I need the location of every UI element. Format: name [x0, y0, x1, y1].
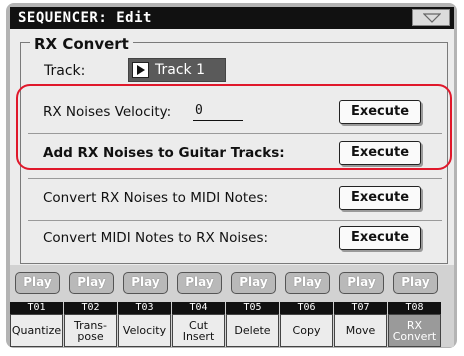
play-button-t05[interactable]: Play	[231, 272, 276, 294]
execute-midi-to-rx-button[interactable]: Execute	[339, 226, 421, 250]
tab-delete[interactable]: Delete	[226, 314, 279, 347]
track-value: Track 1	[155, 62, 205, 78]
play-button-t07[interactable]: Play	[339, 272, 384, 294]
tab-label: RX Convert	[392, 318, 437, 343]
tab-copy[interactable]: Copy	[280, 314, 333, 347]
track-number-t07: T07	[334, 302, 387, 314]
track-number-t02: T02	[64, 302, 117, 314]
tab-velocity[interactable]: Velocity	[118, 314, 171, 347]
track-number-t06: T06	[280, 302, 333, 314]
play-button-t03[interactable]: Play	[123, 272, 168, 294]
add-rx-noises-label: Add RX Noises to Guitar Tracks:	[43, 145, 285, 161]
track-selector[interactable]: Track 1	[128, 58, 226, 82]
tab-label: Velocity	[122, 324, 167, 337]
play-button-t04[interactable]: Play	[177, 272, 222, 294]
row-divider	[28, 133, 442, 134]
play-button-t02[interactable]: Play	[69, 272, 114, 294]
convert-midi-to-rx-label: Convert MIDI Notes to RX Noises:	[43, 230, 269, 246]
row-divider	[28, 178, 442, 179]
execute-rx-to-midi-button[interactable]: Execute	[339, 186, 421, 210]
play-button-t06[interactable]: Play	[285, 272, 330, 294]
execute-add-rx-button[interactable]: Execute	[339, 141, 421, 165]
tab-label: Delete	[234, 324, 271, 337]
tab-label: Quantize	[11, 324, 62, 337]
track-number-t01: T01	[10, 302, 63, 314]
rx-velocity-value: 0	[195, 103, 203, 118]
track-number-t04: T04	[172, 302, 225, 314]
rx-velocity-label: RX Noises Velocity:	[43, 104, 172, 120]
section-title: RX Convert	[30, 35, 133, 53]
play-arrow-icon	[132, 62, 149, 78]
tab-transpose[interactable]: Trans- pose	[64, 314, 117, 347]
title-bar: SEQUENCER: Edit	[10, 7, 454, 29]
track-number-t05: T05	[226, 302, 279, 314]
tab-move[interactable]: Move	[334, 314, 387, 347]
tab-quantize[interactable]: Quantize	[10, 314, 63, 347]
track-tab-area: Play Play Play Play Play Play Play Play …	[10, 265, 454, 347]
chevron-down-icon	[423, 13, 441, 23]
tab-label: Cut Insert	[182, 318, 215, 343]
track-number-t03: T03	[118, 302, 171, 314]
tab-label: Trans- pose	[73, 318, 108, 343]
tab-label: Move	[345, 324, 376, 337]
play-button-t08[interactable]: Play	[393, 272, 438, 294]
tab-rx-convert[interactable]: RX Convert	[388, 314, 441, 347]
track-label: Track:	[44, 63, 86, 79]
rx-velocity-field[interactable]: 0	[193, 102, 243, 121]
play-button-t01[interactable]: Play	[15, 272, 60, 294]
track-number-t08: T08	[388, 302, 441, 314]
window-title: SEQUENCER: Edit	[18, 10, 152, 26]
tab-label: Copy	[292, 324, 321, 337]
execute-velocity-button[interactable]: Execute	[339, 100, 421, 124]
row-divider	[28, 220, 442, 221]
tab-cut-insert[interactable]: Cut Insert	[172, 314, 225, 347]
sequencer-screen: SEQUENCER: Edit RX Convert Track: Track …	[10, 7, 454, 347]
convert-rx-to-midi-label: Convert RX Noises to MIDI Notes:	[43, 190, 269, 206]
page-menu-button[interactable]	[412, 9, 450, 26]
